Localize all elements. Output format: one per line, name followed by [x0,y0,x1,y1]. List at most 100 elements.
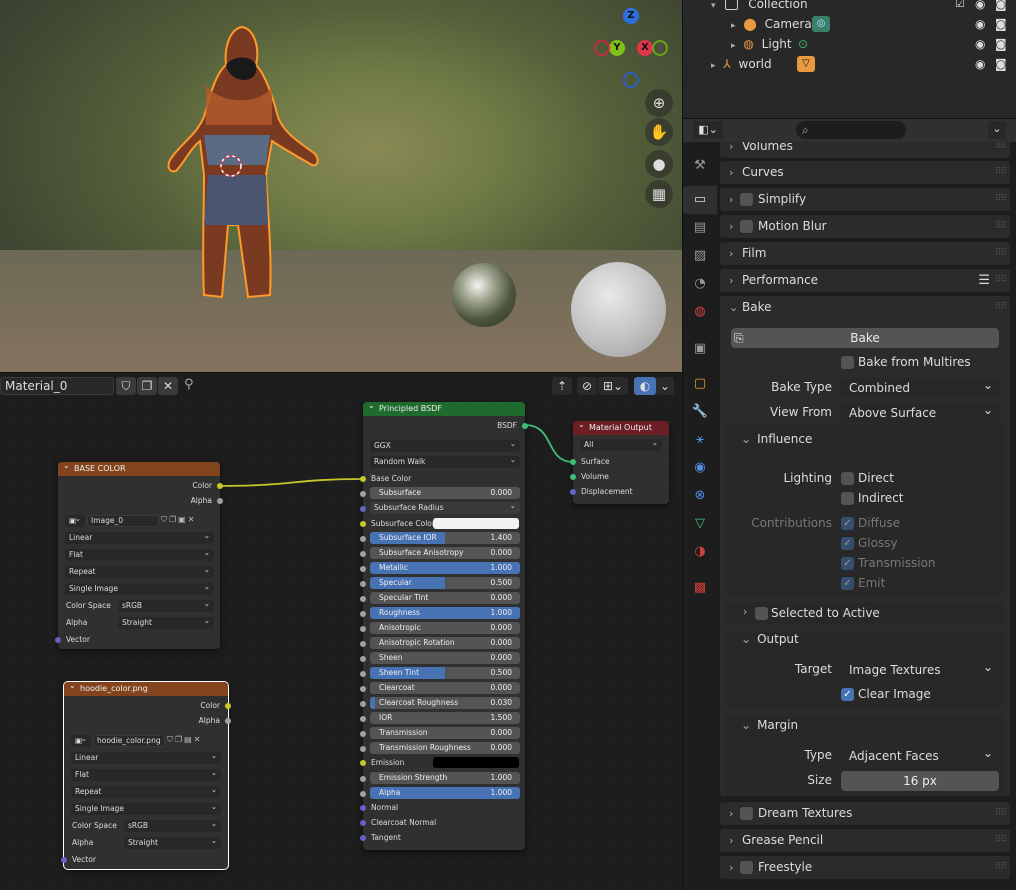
bsdf-slider[interactable]: Specular 0.500 [370,577,520,589]
input-slider-socket[interactable] [360,655,366,662]
input-slider-socket[interactable] [360,745,366,752]
panel-bake[interactable]: ⌄ Bake ⠿⠿ [720,296,1010,319]
image-name-field[interactable]: hoodie_color.png [93,735,165,747]
simplify-checkbox[interactable] [740,193,753,206]
render-camera-icon[interactable]: ◙ [995,34,1007,54]
panel-curves[interactable]: › Curves ⠿⠿ [720,161,1010,184]
bsdf-slider[interactable]: Subsurface 0.000 [370,487,520,499]
constraints-tab-icon[interactable]: ⊗ [683,482,717,510]
bsdf-slider[interactable]: Subsurface Anisotropy 0.000 [370,547,520,559]
outliner-row-camera[interactable]: ▸ ⬤ Camera ◎ ◉ ◙ [731,14,1011,34]
diffuse-checkbox[interactable]: ✓ [841,517,854,530]
direct-checkbox[interactable] [841,472,854,485]
output-alpha-socket[interactable] [217,497,223,504]
input-subsurface-color-socket[interactable] [360,520,366,527]
transmission-checkbox[interactable]: ✓ [841,557,854,570]
bsdf-slider[interactable]: Transmission 0.000 [370,727,520,739]
panel-simplify[interactable]: › Simplify ⠿⠿ [720,188,1010,211]
zoom-icon[interactable]: ⊕ [645,89,673,117]
3d-viewport[interactable]: Z Y X ⊕ ✋ ● ▦ [0,0,682,372]
image-browse-icon[interactable]: ▣ [71,733,91,747]
gizmo-neg-y[interactable] [652,40,668,56]
input-clearcoat-normal-socket[interactable] [360,819,366,826]
input-normal-socket[interactable] [360,804,366,811]
emission-color-swatch[interactable] [433,757,519,768]
gizmo-z-axis[interactable]: Z [623,8,639,24]
input-subsurface-radius-socket[interactable] [360,505,366,512]
hoodie-image-node[interactable]: hoodie_color.png Color Alpha ▣ hoodie_co… [61,681,231,870]
output-bsdf-socket[interactable] [522,422,528,429]
image-actions-icons[interactable]: ⛉❐▣✕ [161,515,196,525]
panel-freestyle[interactable]: › Freestyle ⠿⠿ [720,856,1010,879]
bsdf-slider[interactable]: Roughness 1.000 [370,607,520,619]
drag-handle-icon[interactable]: ⠿⠿ [995,802,1007,825]
render-camera-icon[interactable]: ◙ [995,54,1007,74]
panel-performance[interactable]: › Performance ☰ ⠿⠿ [720,269,1010,292]
world-tab-icon[interactable]: ◍ [683,298,717,326]
bake-button[interactable]: ⎘ Bake [731,328,999,348]
glossy-checkbox[interactable]: ✓ [841,537,854,550]
source-select[interactable]: Single Image [65,581,214,595]
gizmo-neg-z[interactable] [623,72,639,88]
collection-tab-icon[interactable]: ▣ [683,335,717,363]
texture-tab-icon[interactable]: ▩ [683,574,717,602]
material-output-node[interactable]: Material Output All Surface Volume Displ… [570,420,669,504]
input-vector-socket[interactable] [61,856,67,863]
input-displacement-socket[interactable] [570,488,576,495]
alpha-mode-select[interactable]: Straight [118,615,214,629]
dream-textures-checkbox[interactable] [740,807,753,820]
color-space-select[interactable]: sRGB [124,818,221,832]
selected-to-active-subpanel[interactable]: › Selected to Active [725,602,1005,625]
drag-handle-icon[interactable]: ⠿⠿ [995,296,1007,319]
input-slider-socket[interactable] [360,625,366,632]
input-slider-socket[interactable] [360,490,366,497]
clear-image-checkbox[interactable]: ✓ [841,688,854,701]
output-target-select[interactable]: All [580,437,662,451]
eye-icon[interactable]: ◉ [975,34,985,54]
input-slider-socket[interactable] [360,715,366,722]
input-slider-socket[interactable] [360,580,366,587]
principled-bsdf-node[interactable]: Principled BSDF BSDF GGX Random Walk Bas… [360,401,528,850]
input-slider-socket[interactable] [360,730,366,737]
panel-motion-blur[interactable]: › Motion Blur ⠿⠿ [720,215,1010,238]
node-header[interactable]: Material Output [573,420,669,435]
mesh-data-icon[interactable]: ▽ [797,56,815,72]
margin-size-field[interactable]: 16 px [841,771,999,791]
drag-handle-icon[interactable]: ⠿⠿ [995,142,1007,158]
extension-select[interactable]: Repeat [65,564,214,578]
input-emission-socket[interactable] [360,759,366,766]
margin-type-dropdown[interactable]: Adjacent Faces [841,743,999,766]
motion-blur-checkbox[interactable] [740,220,753,233]
bsdf-slider[interactable]: Clearcoat 0.000 [370,682,520,694]
indirect-checkbox[interactable] [841,492,854,505]
camera-icon[interactable]: ● [645,150,673,178]
material-tab-icon[interactable]: ◑ [683,538,717,566]
input-vector-socket[interactable] [55,636,61,643]
panel-dream-textures[interactable]: › Dream Textures ⠿⠿ [720,802,1010,825]
projection-select[interactable]: Flat [71,767,221,781]
bsdf-slider[interactable]: Sheen Tint 0.500 [370,667,520,679]
bsdf-slider[interactable]: Anisotropic Rotation 0.000 [370,637,520,649]
panel-film[interactable]: › Film ⠿⠿ [720,242,1010,265]
character-model[interactable] [160,25,330,305]
checkbox-icon[interactable]: ☑ [955,0,965,14]
physics-tab-icon[interactable]: ◉ [683,454,717,482]
subsurface-radius-select[interactable]: Subsurface Radius [370,500,520,514]
drag-handle-icon[interactable]: ⠿⠿ [995,215,1007,238]
outliner-row-light[interactable]: ▸ ◍ Light ⊙ ◉ ◙ [731,34,1011,54]
node-header[interactable]: Principled BSDF [363,401,525,416]
gizmo-neg-x[interactable] [594,40,610,56]
input-slider-socket[interactable] [360,640,366,647]
output-color-socket[interactable] [217,482,223,489]
modifier-tab-icon[interactable]: 🔧 [683,398,717,426]
input-slider-socket[interactable] [360,670,366,677]
projection-select[interactable]: Flat [65,547,214,561]
interpolation-select[interactable]: Linear [71,750,221,764]
color-space-select[interactable]: sRGB [118,598,214,612]
node-header[interactable]: BASE COLOR [58,461,220,476]
hand-icon[interactable]: ✋ [645,118,673,146]
eye-icon[interactable]: ◉ [975,0,985,14]
bsdf-slider[interactable]: Subsurface IOR 1.400 [370,532,520,544]
bsdf-slider[interactable]: Transmission Roughness 0.000 [370,742,520,754]
image-actions-icons[interactable]: ⛉❐▤✕ [167,735,202,745]
